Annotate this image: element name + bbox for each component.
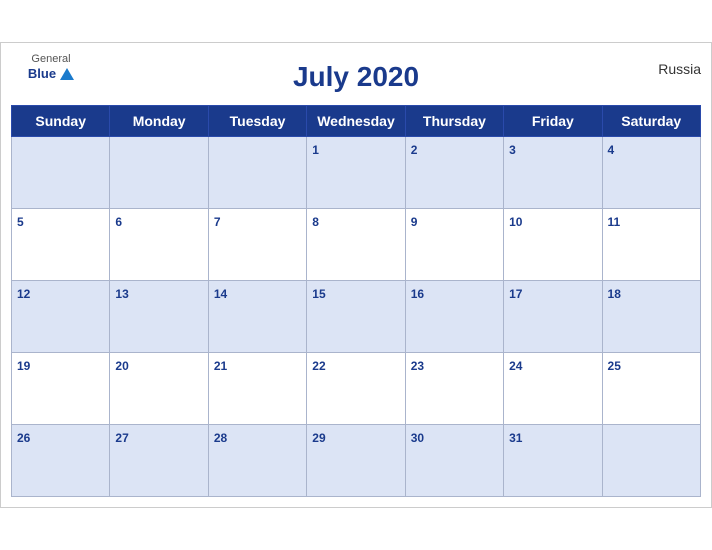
calendar-cell xyxy=(208,137,306,209)
calendar-cell: 1 xyxy=(307,137,405,209)
day-number: 8 xyxy=(312,215,319,229)
calendar-cell: 26 xyxy=(12,425,110,497)
week-row-1: 1 2 3 4 xyxy=(12,137,701,209)
calendar-cell: 7 xyxy=(208,209,306,281)
week-row-3: 12 13 14 15 16 17 18 xyxy=(12,281,701,353)
calendar-cell: 17 xyxy=(504,281,602,353)
calendar-cell: 3 xyxy=(504,137,602,209)
calendar-cell: 20 xyxy=(110,353,208,425)
calendar-cell: 21 xyxy=(208,353,306,425)
calendar-cell xyxy=(110,137,208,209)
day-number: 20 xyxy=(115,359,128,373)
day-number: 26 xyxy=(17,431,30,445)
calendar-cell: 14 xyxy=(208,281,306,353)
calendar-cell: 4 xyxy=(602,137,700,209)
calendar-cell xyxy=(602,425,700,497)
calendar-cell: 28 xyxy=(208,425,306,497)
calendar-title: July 2020 xyxy=(293,61,419,93)
logo-blue-word: Blue xyxy=(28,66,56,82)
week-row-4: 19 20 21 22 23 24 25 xyxy=(12,353,701,425)
calendar-cell: 12 xyxy=(12,281,110,353)
day-number: 2 xyxy=(411,143,418,157)
col-wednesday: Wednesday xyxy=(307,106,405,137)
calendar-cell: 5 xyxy=(12,209,110,281)
calendar-table: Sunday Monday Tuesday Wednesday Thursday… xyxy=(11,105,701,497)
day-number: 4 xyxy=(608,143,615,157)
calendar-cell: 13 xyxy=(110,281,208,353)
day-number: 23 xyxy=(411,359,424,373)
logo-triangle-icon xyxy=(60,68,74,80)
day-number: 21 xyxy=(214,359,227,373)
col-tuesday: Tuesday xyxy=(208,106,306,137)
logo-general-text: General xyxy=(31,53,70,66)
calendar-cell: 29 xyxy=(307,425,405,497)
calendar-cell: 27 xyxy=(110,425,208,497)
day-number: 5 xyxy=(17,215,24,229)
day-number: 16 xyxy=(411,287,424,301)
calendar-cell: 11 xyxy=(602,209,700,281)
calendar-cell: 2 xyxy=(405,137,503,209)
day-number: 15 xyxy=(312,287,325,301)
calendar-cell: 24 xyxy=(504,353,602,425)
day-number: 31 xyxy=(509,431,522,445)
day-number: 3 xyxy=(509,143,516,157)
calendar-container: General Blue July 2020 Russia Sunday Mon… xyxy=(0,42,712,508)
day-number: 1 xyxy=(312,143,319,157)
calendar-cell: 15 xyxy=(307,281,405,353)
day-number: 10 xyxy=(509,215,522,229)
logo-blue-text: Blue xyxy=(28,66,74,82)
calendar-cell xyxy=(12,137,110,209)
day-number: 30 xyxy=(411,431,424,445)
calendar-cell: 31 xyxy=(504,425,602,497)
calendar-cell: 19 xyxy=(12,353,110,425)
day-number: 9 xyxy=(411,215,418,229)
day-number: 17 xyxy=(509,287,522,301)
day-number: 18 xyxy=(608,287,621,301)
calendar-header: General Blue July 2020 Russia xyxy=(11,53,701,105)
day-number: 24 xyxy=(509,359,522,373)
day-number: 29 xyxy=(312,431,325,445)
calendar-cell: 30 xyxy=(405,425,503,497)
country-label: Russia xyxy=(658,61,701,77)
logo-area: General Blue xyxy=(11,53,91,82)
day-number: 6 xyxy=(115,215,122,229)
calendar-cell: 10 xyxy=(504,209,602,281)
day-number: 12 xyxy=(17,287,30,301)
day-number: 11 xyxy=(608,215,621,229)
col-monday: Monday xyxy=(110,106,208,137)
calendar-cell: 23 xyxy=(405,353,503,425)
day-number: 14 xyxy=(214,287,227,301)
calendar-cell: 9 xyxy=(405,209,503,281)
day-number: 13 xyxy=(115,287,128,301)
day-number: 22 xyxy=(312,359,325,373)
calendar-cell: 25 xyxy=(602,353,700,425)
col-friday: Friday xyxy=(504,106,602,137)
col-saturday: Saturday xyxy=(602,106,700,137)
day-number: 25 xyxy=(608,359,621,373)
calendar-cell: 6 xyxy=(110,209,208,281)
day-number: 19 xyxy=(17,359,30,373)
day-number: 27 xyxy=(115,431,128,445)
week-row-5: 26 27 28 29 30 31 xyxy=(12,425,701,497)
day-number: 7 xyxy=(214,215,221,229)
col-sunday: Sunday xyxy=(12,106,110,137)
days-of-week-row: Sunday Monday Tuesday Wednesday Thursday… xyxy=(12,106,701,137)
calendar-cell: 8 xyxy=(307,209,405,281)
calendar-cell: 22 xyxy=(307,353,405,425)
week-row-2: 5 6 7 8 9 10 11 xyxy=(12,209,701,281)
calendar-cell: 16 xyxy=(405,281,503,353)
calendar-cell: 18 xyxy=(602,281,700,353)
day-number: 28 xyxy=(214,431,227,445)
col-thursday: Thursday xyxy=(405,106,503,137)
